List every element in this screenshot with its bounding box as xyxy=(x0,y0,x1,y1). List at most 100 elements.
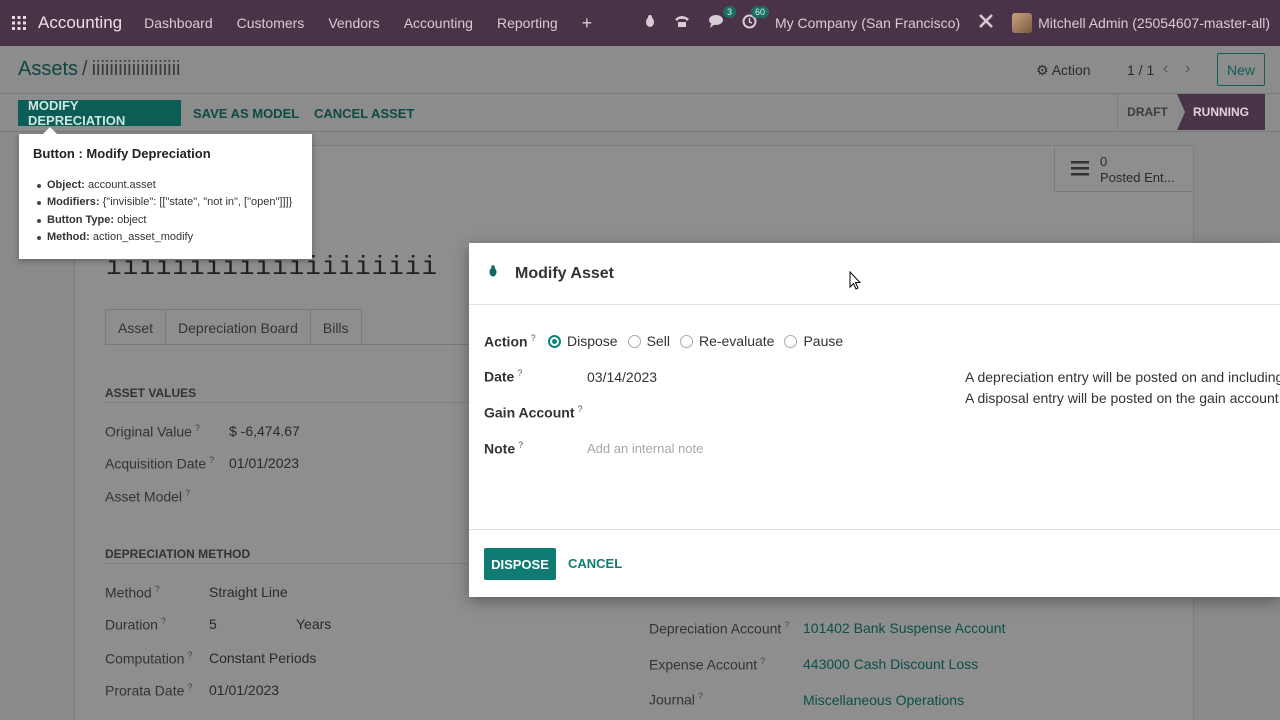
method-field[interactable]: Straight Line xyxy=(209,584,288,600)
apps-grid-icon[interactable] xyxy=(0,16,38,30)
note-input[interactable]: Add an internal note xyxy=(587,441,703,456)
info-disposal-entry: A disposal entry will be posted on the g… xyxy=(965,390,1280,406)
expense-account-label: Expense Account? xyxy=(649,656,765,673)
posted-entries-button[interactable]: 0 Posted Ent... xyxy=(1054,146,1194,192)
depreciation-account-label-text: Depreciation Account xyxy=(649,620,782,637)
tab-depreciation-board[interactable]: Depreciation Board xyxy=(165,309,311,345)
original-value-field[interactable]: $ -6,474.67 xyxy=(229,423,300,439)
posted-entries-count: 0 xyxy=(1100,154,1108,169)
date-input[interactable]: 03/14/2023 xyxy=(587,369,657,385)
tooltip-method: Method: action_asset_modify xyxy=(36,230,292,248)
menu-accounting[interactable]: Accounting xyxy=(404,15,473,31)
duration-label: Duration? xyxy=(105,616,166,633)
duration-label-text: Duration xyxy=(105,616,158,633)
breadcrumb-parent[interactable]: Assets xyxy=(18,58,78,80)
chevron-right-icon[interactable]: › xyxy=(1185,60,1190,78)
expense-account-label-text: Expense Account xyxy=(649,656,758,673)
menu-customers[interactable]: Customers xyxy=(237,15,305,31)
radio-sell[interactable] xyxy=(627,334,641,348)
prorata-date-field[interactable]: 01/01/2023 xyxy=(209,682,279,698)
date-label: Date? xyxy=(484,368,522,385)
cancel-button[interactable]: CANCEL xyxy=(568,556,622,571)
avatar[interactable] xyxy=(1012,13,1033,33)
asset-model-label-text: Asset Model xyxy=(105,488,183,505)
tooltip-list: Object: account.asset Modifiers: {"invis… xyxy=(36,179,292,248)
section-depreciation-method: DEPRECIATION METHOD xyxy=(105,547,251,561)
chat-icon[interactable]: 3 xyxy=(708,6,736,32)
help-mark: ? xyxy=(784,620,790,630)
tools-icon[interactable] xyxy=(978,13,994,33)
tooltip-modifiers-key: Modifiers: xyxy=(47,196,100,209)
help-mark: ? xyxy=(187,650,193,660)
breadcrumb: Assets / iiiiiiiiiiiiiiiiiiii xyxy=(18,58,180,81)
acquisition-date-field[interactable]: 01/01/2023 xyxy=(229,455,299,471)
help-mark: ? xyxy=(209,455,215,465)
radio-pause-label[interactable]: Pause xyxy=(803,333,843,349)
expense-account-field[interactable]: 443000 Cash Discount Loss xyxy=(803,656,978,672)
breadcrumb-current: iiiiiiiiiiiiiiiiiiii xyxy=(91,58,181,80)
app-name[interactable]: Accounting xyxy=(38,13,122,33)
duration-field[interactable]: 5 xyxy=(209,616,217,632)
pager-value[interactable]: 1 / 1 xyxy=(1127,62,1154,78)
computation-field[interactable]: Constant Periods xyxy=(209,650,316,666)
method-label-text: Method xyxy=(105,584,152,601)
asset-model-label: Asset Model? xyxy=(105,488,190,505)
bug-icon[interactable] xyxy=(488,265,498,280)
tooltip-button-type: Button Type: object xyxy=(36,213,292,231)
tab-asset[interactable]: Asset xyxy=(105,309,167,345)
radio-re-evaluate[interactable] xyxy=(679,334,693,348)
phone-icon[interactable] xyxy=(674,14,690,32)
radio-sell-label[interactable]: Sell xyxy=(647,333,670,349)
journal-field[interactable]: Miscellaneous Operations xyxy=(803,692,964,708)
clock-icon[interactable]: 60 xyxy=(742,5,769,33)
action-menu-label: Action xyxy=(1051,62,1091,78)
stage-running[interactable]: RUNNING xyxy=(1177,94,1265,130)
menu-reporting[interactable]: Reporting xyxy=(497,15,558,31)
info-depreciation-entry: A depreciation entry will be posted on a… xyxy=(965,369,1280,385)
cancel-asset-button[interactable]: CANCEL ASSET xyxy=(304,100,424,126)
acquisition-date-label-text: Acquisition Date xyxy=(105,455,207,472)
radio-re-evaluate-label[interactable]: Re-evaluate xyxy=(699,333,775,349)
help-mark: ? xyxy=(160,616,166,626)
messages-badge: 3 xyxy=(722,6,736,18)
tooltip-method-value: action_asset_modify xyxy=(92,230,194,243)
radio-dispose[interactable] xyxy=(548,334,561,348)
tooltip-title: Button : Modify Depreciation xyxy=(33,146,211,161)
tab-bills[interactable]: Bills xyxy=(309,309,362,345)
modify-asset-dialog: Modify Asset Action? Dispose Sell Re-eva… xyxy=(469,243,1280,597)
section-asset-values: ASSET VALUES xyxy=(105,386,197,400)
help-mark: ? xyxy=(517,368,523,378)
save-as-model-button[interactable]: SAVE AS MODEL xyxy=(183,100,309,126)
journal-label-text: Journal xyxy=(649,691,695,708)
prorata-date-label-text: Prorata Date xyxy=(105,682,185,699)
menu-dashboard[interactable]: Dashboard xyxy=(144,15,213,31)
duration-unit[interactable]: Years xyxy=(296,616,331,632)
gain-account-label-text: Gain Account xyxy=(484,404,575,421)
menu-vendors[interactable]: Vendors xyxy=(328,15,379,31)
user-menu[interactable]: Mitchell Admin (25054607-master-all) xyxy=(1038,15,1270,31)
note-label: Note? xyxy=(484,440,523,457)
tooltip-type-key: Button Type: xyxy=(47,213,115,226)
modify-depreciation-button[interactable]: MODIFY DEPRECIATION xyxy=(18,98,181,128)
stage-draft[interactable]: DRAFT xyxy=(1117,94,1177,130)
radio-dispose-label[interactable]: Dispose xyxy=(567,333,618,349)
original-value-label-text: Original Value xyxy=(105,423,192,440)
tooltip-object-value: account.asset xyxy=(87,179,156,191)
depreciation-account-field[interactable]: 101402 Bank Suspense Account xyxy=(803,620,1005,636)
new-button[interactable]: New xyxy=(1217,53,1265,86)
dialog-footer-divider xyxy=(469,529,1280,530)
bug-icon[interactable] xyxy=(644,14,656,32)
dispose-button[interactable]: DISPOSE xyxy=(484,548,556,580)
top-navbar: Accounting Dashboard Customers Vendors A… xyxy=(0,0,1280,46)
radio-pause[interactable] xyxy=(784,334,798,348)
prorata-date-label: Prorata Date? xyxy=(105,682,192,699)
journal-label: Journal? xyxy=(649,691,703,708)
action-menu[interactable]: ⚙ Action xyxy=(1036,62,1091,79)
acquisition-date-label: Acquisition Date? xyxy=(105,455,214,472)
plus-icon[interactable]: + xyxy=(582,13,593,34)
control-panel: Assets / iiiiiiiiiiiiiiiiiiii ⚙ Action 1 /… xyxy=(0,46,1280,94)
status-bar: MODIFY DEPRECIATION SAVE AS MODEL CANCEL… xyxy=(0,94,1280,132)
company-switcher[interactable]: My Company (San Francisco) xyxy=(775,15,960,31)
computation-label-text: Computation xyxy=(105,650,185,667)
chevron-left-icon[interactable]: ‹ xyxy=(1163,60,1168,78)
